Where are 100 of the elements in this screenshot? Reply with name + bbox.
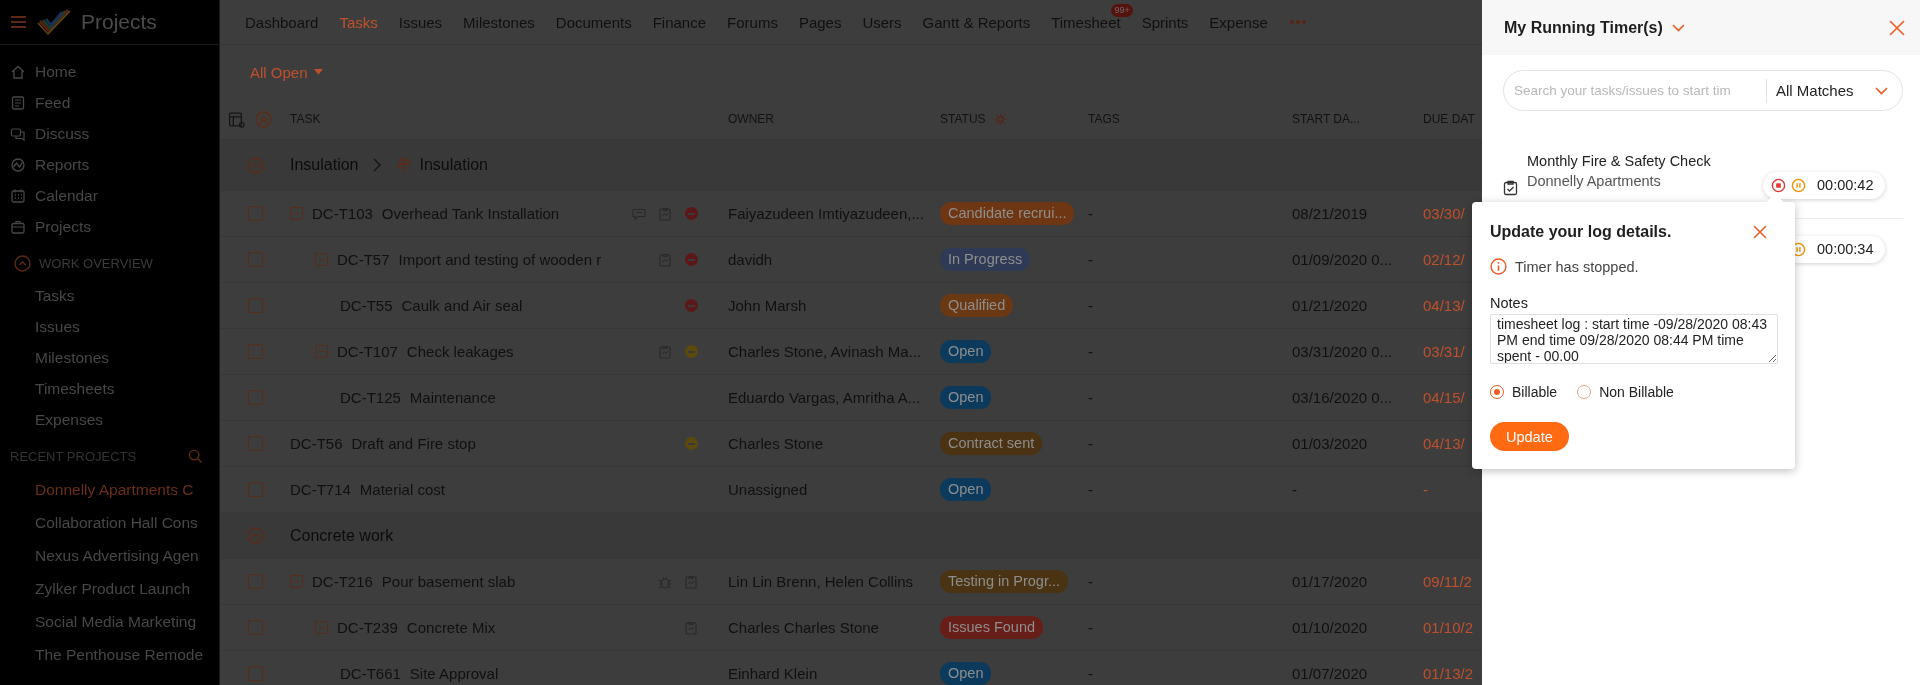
chevron-down-icon xyxy=(1875,86,1888,95)
match-dropdown[interactable]: All Matches xyxy=(1766,78,1888,103)
date-cell-text: 03/30/ xyxy=(1423,205,1466,222)
date-cell-text: 01/10/2 xyxy=(1423,619,1475,636)
menu-icon[interactable] xyxy=(10,15,27,29)
collapse-toggle[interactable] xyxy=(290,575,303,588)
app-title: Projects xyxy=(81,10,157,34)
collapse-icon[interactable] xyxy=(14,254,31,272)
status-badge[interactable]: Open xyxy=(940,662,992,685)
status-badge[interactable]: Contract sent xyxy=(940,432,1043,455)
project-item[interactable]: The Penthouse Remode xyxy=(0,638,219,671)
project-item[interactable]: Zylker Product Launch xyxy=(0,572,219,605)
status-badge[interactable]: Issues Found xyxy=(940,616,1044,639)
sidebar-icon xyxy=(10,218,26,235)
radio-option[interactable]: Non Billable xyxy=(1577,384,1674,400)
logo-icon xyxy=(37,7,71,37)
pause-icon[interactable] xyxy=(1791,177,1806,193)
sidebar-item[interactable]: Issues xyxy=(0,311,219,342)
tags-cell-text: - xyxy=(1088,481,1094,498)
update-button[interactable]: Update xyxy=(1490,422,1569,451)
caret-icon xyxy=(313,69,323,75)
collapse-icon[interactable] xyxy=(246,156,264,174)
section-heading: WORK OVERVIEW xyxy=(39,255,153,271)
tags-cell-text: - xyxy=(1088,619,1094,636)
project-item[interactable]: Donnelly Apartments C xyxy=(0,473,219,506)
status-badge[interactable]: Qualified xyxy=(940,294,1014,317)
date-cell-text: 04/13/ xyxy=(1423,435,1466,452)
sidebar-icon xyxy=(10,63,26,80)
tags-cell-text: - xyxy=(1088,251,1094,268)
milestone-icon xyxy=(395,156,412,174)
search-field[interactable]: Search your tasks/issues to start tim xyxy=(1514,83,1766,98)
sidebar-item[interactable]: Milestones xyxy=(0,342,219,373)
nav-tab[interactable]: Tasks xyxy=(339,9,378,35)
sidebar-item[interactable]: Reports xyxy=(0,149,219,180)
collapse-toggle[interactable] xyxy=(315,621,328,634)
sidebar-item[interactable]: Discuss xyxy=(0,118,219,149)
project-item[interactable]: Nexus Advertising Agen xyxy=(0,539,219,572)
status-badge[interactable]: Candidate recrui... xyxy=(940,202,1075,225)
checkbox[interactable] xyxy=(247,436,263,451)
sidebar-item[interactable]: Feed xyxy=(0,87,219,118)
checkbox[interactable] xyxy=(247,298,263,313)
status-badge[interactable]: Open xyxy=(940,386,992,409)
tags-cell-text: - xyxy=(1088,435,1094,452)
checkbox[interactable] xyxy=(247,666,263,681)
radio-option[interactable]: Billable xyxy=(1490,384,1558,400)
tags-cell-text: - xyxy=(1088,573,1094,590)
checkbox[interactable] xyxy=(247,206,263,221)
status-badge[interactable]: Open xyxy=(940,340,992,363)
project-item[interactable]: Social Media Marketing xyxy=(0,605,219,638)
settings-icon[interactable] xyxy=(993,112,1007,126)
tags-cell-text: - xyxy=(1088,297,1094,314)
sidebar-item[interactable]: Timesheets xyxy=(0,373,219,404)
panel-title: My Running Timer(s) xyxy=(1504,18,1663,37)
status-message: Timer has stopped. xyxy=(1515,258,1639,275)
date-cell-text: 04/13/ xyxy=(1423,297,1466,314)
close-icon[interactable] xyxy=(1889,19,1905,36)
chevron-down-icon[interactable] xyxy=(1671,23,1685,32)
close-icon[interactable] xyxy=(1753,225,1767,239)
timer-elapsed: 00:00:42 xyxy=(1817,177,1874,193)
collapse-toggle[interactable] xyxy=(315,253,328,266)
search-icon[interactable] xyxy=(188,448,203,464)
filter-dropdown[interactable]: All Open xyxy=(250,63,323,81)
tags-cell-text: - xyxy=(1088,343,1094,360)
status-badge[interactable]: In Progress xyxy=(940,248,1031,271)
sidebar-item[interactable]: Expenses xyxy=(0,404,219,435)
clipboard-icon xyxy=(1503,180,1518,196)
checkbox[interactable] xyxy=(247,344,263,359)
checkbox[interactable] xyxy=(247,252,263,267)
collapse-all-icon[interactable] xyxy=(255,110,272,128)
more-icon[interactable] xyxy=(1288,19,1307,25)
date-cell-text: 02/12/ xyxy=(1423,251,1466,268)
sidebar-item[interactable]: Calendar xyxy=(0,180,219,211)
date-cell-text: - xyxy=(1292,481,1298,498)
status-badge[interactable]: Testing in Progr... xyxy=(940,570,1069,593)
timer-task-title[interactable]: Monthly Fire & Safety Check xyxy=(1527,153,1754,169)
collapse-icon[interactable] xyxy=(246,527,264,544)
checkbox[interactable] xyxy=(247,390,263,405)
checkbox[interactable] xyxy=(247,574,263,589)
info-icon xyxy=(1490,258,1507,275)
timer-elapsed: 00:00:34 xyxy=(1817,241,1874,257)
checkbox[interactable] xyxy=(247,482,263,497)
sidebar-item[interactable]: Tasks xyxy=(0,280,219,311)
date-cell-text: 09/11/2 xyxy=(1423,573,1473,590)
date-cell-text: 01/13/2 xyxy=(1423,665,1475,682)
count-badge: 99+ xyxy=(1111,3,1133,17)
stop-icon[interactable] xyxy=(1771,177,1786,193)
popup-title: Update your log details. xyxy=(1490,223,1672,241)
collapse-toggle[interactable] xyxy=(290,207,303,220)
checkbox[interactable] xyxy=(247,620,263,635)
sidebar-item[interactable]: Home xyxy=(0,56,219,87)
project-item[interactable]: Collaboration Hall Cons xyxy=(0,506,219,539)
timer-project: Donnelly Apartments xyxy=(1527,173,1662,189)
sidebar-icon xyxy=(10,187,26,204)
sidebar-item[interactable]: Projects xyxy=(0,211,219,242)
date-cell-text: 04/15/ xyxy=(1423,389,1466,406)
status-badge[interactable]: Open xyxy=(940,478,992,501)
notes-field[interactable]: timesheet log : start time -09/28/2020 08:43 PM end time 09/28/2020 08:44 PM time spent - 00.00 xyxy=(1490,314,1778,364)
collapse-toggle[interactable] xyxy=(315,345,328,358)
table-settings-icon[interactable] xyxy=(228,110,245,128)
sidebar-icon xyxy=(10,156,26,173)
